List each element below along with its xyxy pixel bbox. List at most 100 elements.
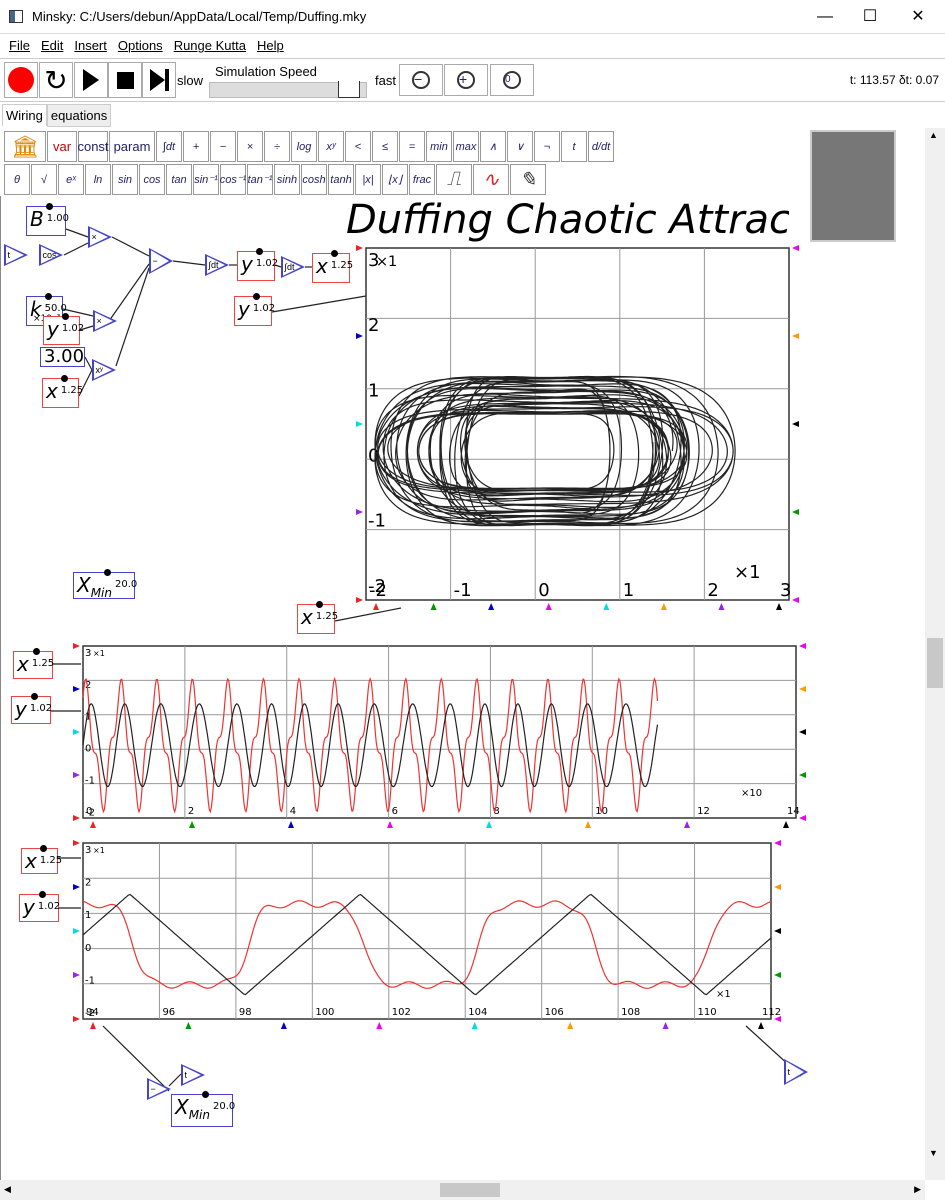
vertical-scroll-thumb[interactable]	[927, 638, 943, 688]
variable-x[interactable]: x 1.25	[312, 250, 353, 283]
input-port	[73, 840, 80, 846]
reset-button[interactable]: ↻	[39, 62, 73, 98]
palette-op-10[interactable]: <	[345, 131, 371, 162]
note-button[interactable]: ✎	[510, 164, 546, 195]
palette-fn-12[interactable]: tanh	[328, 164, 354, 195]
variable-y-2[interactable]: y 1.02	[43, 313, 84, 345]
palette-fn-9[interactable]: tan⁻¹	[247, 164, 273, 195]
palette-op-19[interactable]: d/dt	[588, 131, 614, 162]
variable-xmin[interactable]: XMin20.0	[73, 569, 137, 600]
palette-var[interactable]: var	[47, 131, 77, 162]
palette-op-5[interactable]: −	[210, 131, 236, 162]
play-icon	[83, 69, 99, 91]
input-port	[799, 772, 806, 778]
input-port	[288, 821, 294, 828]
palette-const[interactable]: const	[77, 131, 109, 162]
variable-x-plot2[interactable]: x 1.25	[13, 648, 54, 679]
menu-runge-kutta[interactable]: Runge Kutta	[174, 35, 246, 57]
palette-fn-11[interactable]: cosh	[301, 164, 327, 195]
palette-op-4[interactable]: +	[183, 131, 209, 162]
palette-op-15[interactable]: ∧	[480, 131, 506, 162]
tab-equations[interactable]: equations	[46, 104, 112, 127]
variable-xmin-2[interactable]: XMin20.0	[171, 1091, 235, 1127]
phase-plot[interactable]: -2 -1 0 1 2 33210-1-2×1×1	[351, 244, 801, 614]
menu-edit[interactable]: Edit	[41, 35, 63, 57]
palette-fn-2[interactable]: eˣ	[58, 164, 84, 195]
vertical-scrollbar[interactable]: ▲ ▼	[925, 128, 945, 1180]
palette-op-11[interactable]: ≤	[372, 131, 398, 162]
constant-3[interactable]: 3.00	[40, 347, 85, 367]
x-multiplier: ×1	[734, 562, 761, 583]
input-port	[73, 1016, 80, 1022]
zoom-in-button[interactable]: +	[444, 64, 488, 96]
palette-fn-4[interactable]: sin	[112, 164, 138, 195]
minimize-button[interactable]: —	[803, 4, 847, 30]
variable-B[interactable]: B 1.00	[26, 203, 69, 236]
y-tick-label: 1	[368, 380, 379, 401]
palette-op-14[interactable]: max	[453, 131, 479, 162]
palette-fn-13[interactable]: |x|	[355, 164, 381, 195]
palette-op-7[interactable]: ÷	[264, 131, 290, 162]
palette-op-18[interactable]: t	[561, 131, 587, 162]
palette-fn-3[interactable]: ln	[85, 164, 111, 195]
palette-op-17[interactable]: ¬	[534, 131, 560, 162]
simulation-speed-slider[interactable]	[209, 81, 367, 98]
variable-x-plot1[interactable]: x 1.25	[297, 601, 338, 634]
palette-op-9[interactable]: xʸ	[318, 131, 344, 162]
palette-op-12[interactable]: =	[399, 131, 425, 162]
palette-op-3[interactable]: ∫dt	[156, 131, 182, 162]
input-port	[356, 597, 363, 603]
scroll-right-icon[interactable]: ▶	[914, 1184, 921, 1195]
scroll-down-icon[interactable]: ▼	[929, 1148, 938, 1158]
plot-button[interactable]: ∿	[473, 164, 509, 195]
scroll-up-icon[interactable]: ▲	[929, 130, 938, 140]
input-port	[356, 333, 363, 339]
wiring-canvas[interactable]: B 1.00 t cos × − ∫dt y 1.02 ∫dt x 1.25 y 1.0…	[0, 196, 925, 1180]
variable-y-plot3[interactable]: y 1.02	[19, 891, 60, 922]
palette-fn-5[interactable]: cos	[139, 164, 165, 195]
godley-table-button[interactable]: 🏛	[4, 131, 46, 162]
horizontal-scrollbar[interactable]: ◀ ▶	[0, 1180, 925, 1200]
variable-x-2[interactable]: x 1.25	[42, 375, 83, 408]
variable-y-plot-input[interactable]: y 1.02	[234, 293, 275, 326]
palette-op-8[interactable]: log	[291, 131, 317, 162]
variable-x-plot3[interactable]: x 1.25	[21, 845, 62, 874]
y-multiplier: ×1	[376, 254, 397, 270]
palette-fn-14[interactable]: ⌊x⌋	[382, 164, 408, 195]
stop-button[interactable]	[108, 62, 142, 98]
close-button[interactable]: ✕	[896, 4, 940, 30]
menu-insert[interactable]: Insert	[74, 35, 107, 57]
switch-button[interactable]: ⎍	[436, 164, 472, 195]
x-tick-label: 6	[392, 806, 398, 817]
palette-param[interactable]: param	[109, 131, 155, 162]
palette-fn-0[interactable]: θ	[4, 164, 30, 195]
palette-op-6[interactable]: ×	[237, 131, 263, 162]
x-multiplier: ×10	[741, 788, 762, 799]
slider-handle[interactable]	[338, 81, 360, 98]
run-button[interactable]	[74, 62, 108, 98]
menu-help[interactable]: Help	[257, 35, 284, 57]
zoom-out-button[interactable]: −	[399, 64, 443, 96]
maximize-button[interactable]: ☐	[848, 4, 892, 30]
palette-fn-7[interactable]: sin⁻¹	[193, 164, 219, 195]
palette-fn-15[interactable]: frac	[409, 164, 435, 195]
time-series-plot[interactable]: 0 2 4 6 8 10 12 143210-1-2×10×1	[66, 641, 806, 831]
palette-fn-8[interactable]: cos⁻¹	[220, 164, 246, 195]
time-window-plot[interactable]: 94 96 98 100 102 104 106 108 110 1123210-1-2×1×1	[66, 839, 781, 1034]
input-port	[73, 772, 80, 778]
variable-y-plot2[interactable]: y 1.02	[11, 693, 52, 724]
variable-y[interactable]: y 1.02	[237, 248, 278, 281]
palette-fn-10[interactable]: sinh	[274, 164, 300, 195]
tab-wiring[interactable]: Wiring	[2, 104, 47, 126]
palette-fn-6[interactable]: tan	[166, 164, 192, 195]
horizontal-scroll-thumb[interactable]	[440, 1183, 500, 1197]
step-button[interactable]	[142, 62, 176, 98]
palette-op-13[interactable]: min	[426, 131, 452, 162]
menu-file[interactable]: File	[9, 35, 30, 57]
menu-options[interactable]: Options	[118, 35, 163, 57]
record-button[interactable]	[4, 62, 38, 98]
zoom-reset-button[interactable]: 0	[490, 64, 534, 96]
scroll-left-icon[interactable]: ◀	[4, 1184, 11, 1195]
palette-op-16[interactable]: ∨	[507, 131, 533, 162]
palette-fn-1[interactable]: √	[31, 164, 57, 195]
